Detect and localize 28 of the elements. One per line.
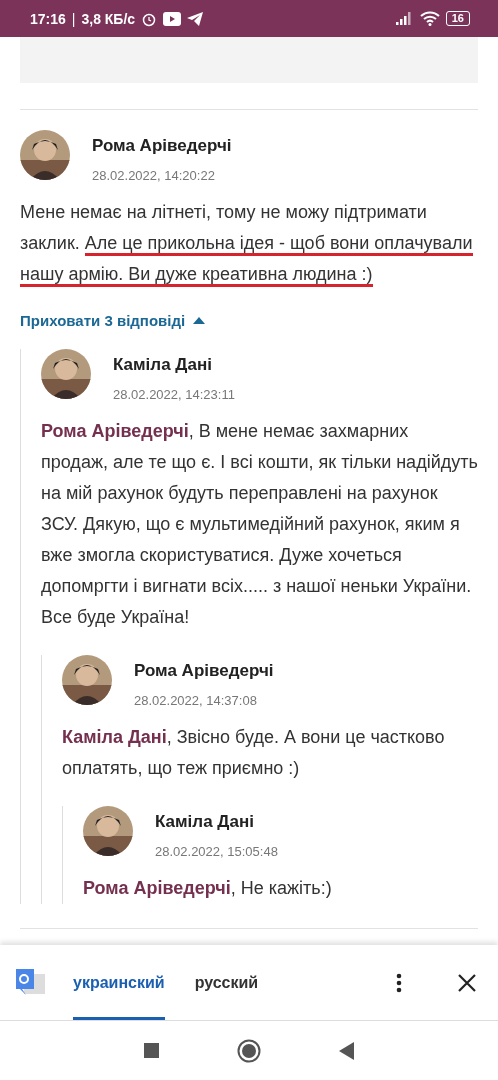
wifi-icon <box>419 11 440 26</box>
comment-date: 28.02.2022, 14:23:11 <box>113 387 235 402</box>
comment-date: 28.02.2022, 15:05:48 <box>155 844 278 859</box>
comment-date: 28.02.2022, 14:37:08 <box>134 693 258 708</box>
status-separator: | <box>71 10 76 27</box>
signal-icon <box>395 12 414 25</box>
home-icon[interactable] <box>237 1038 261 1063</box>
comment-date: 28.02.2022, 14:20:22 <box>92 168 216 183</box>
network-speed: 3,8 КБ/с <box>81 10 136 27</box>
caret-icon <box>193 317 206 324</box>
paper-plane-icon <box>187 11 204 26</box>
hide-replies-link[interactable]: Приховати 3 відповіді <box>20 312 206 329</box>
more-options-icon[interactable] <box>396 972 402 993</box>
author-name: Рома Аріведерчі <box>134 661 274 681</box>
close-icon[interactable] <box>458 973 476 992</box>
comment-text: Каміла Дані, Звісно буде. А вони це частково оплатять, що теж приємно :) <box>62 726 446 780</box>
comment-text: Рома Аріведерчі, Не кажіть:) <box>83 877 333 900</box>
author-name: Каміла Дані <box>155 812 255 832</box>
back-icon[interactable] <box>339 1041 354 1060</box>
comment-text: Мене немає на літнеті, тому не можу підтримати заклик. Але це прикольна ідея - щоб вони оплачували нашу армію. Ви дуже креативна людина :) <box>20 197 478 290</box>
language-tab[interactable]: русский <box>194 945 259 1020</box>
author-name: Рома Аріведерчі <box>92 136 232 156</box>
play-icon <box>163 11 182 26</box>
translate-icon <box>16 969 45 996</box>
comment-text: Рома Аріведерчі, В мене немає захмарних продаж, але те що є. І всі кошти, як тільки надійдуть на мій рахунок будуть переправлені на рахунок ЗСУ. Дякую, що є мультимедійний рахунок, яким я вже змогла скористуватися. Дуже хочеться допомргти і вигнати всіх..... з нашої неньки України. Все буде Україна! <box>41 420 478 629</box>
status-time: 17:16 <box>30 10 66 27</box>
author-name: Каміла Дані <box>113 355 213 375</box>
battery-level: 16 <box>445 11 470 26</box>
